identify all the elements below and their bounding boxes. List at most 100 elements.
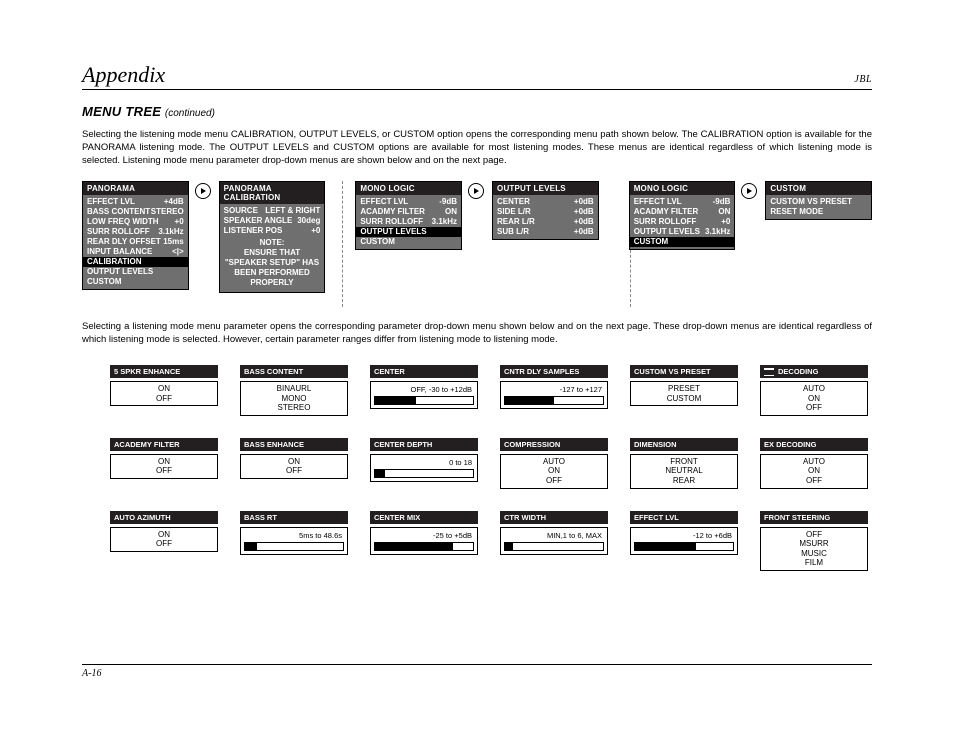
menu-row-label: CENTER: [497, 197, 574, 207]
slider-track: [634, 542, 734, 551]
menu-row-value: -9dB: [439, 197, 457, 207]
slider-label: 5ms to 48.6s: [244, 531, 344, 540]
param-body: ONOFF: [110, 527, 218, 552]
menu-box-body: EFFECT LVL-9dBACADMY FILTERONSURR ROLLOF…: [356, 195, 461, 249]
param-title-text: CNTR DLY SAMPLES: [504, 367, 579, 376]
slider-track: [374, 396, 474, 405]
param-title: AUTO AZIMUTH: [110, 511, 218, 524]
menu-box: MONO LOGICEFFECT LVL-9dBACADMY FILTERONS…: [355, 181, 462, 250]
menu-row: CUSTOM: [358, 237, 459, 247]
menu-row-value: -9dB: [713, 197, 731, 207]
slider-label: -12 to +6dB: [634, 531, 734, 540]
param-box: CTR WIDTH MIN,1 to 6, MAX: [500, 511, 608, 571]
page-title: Appendix: [82, 62, 854, 88]
menu-box: MONO LOGICEFFECT LVL-9dBACADMY FILTERONS…: [629, 181, 736, 250]
param-title-text: CENTER DEPTH: [374, 440, 432, 449]
slider-fill: [245, 543, 257, 550]
slider-fill: [505, 397, 554, 404]
menu-row: EFFECT LVL-9dB: [358, 197, 459, 207]
param-body: MIN,1 to 6, MAX: [500, 527, 608, 555]
param-body: 5ms to 48.6s: [240, 527, 348, 555]
menu-box-body: EFFECT LVL+4dBBASS CONTENTSTEREOLOW FREQ…: [83, 195, 188, 289]
param-title: DIMENSION: [630, 438, 738, 451]
param-box: FRONT STEERINGOFFMSURRMUSICFILM: [760, 511, 868, 571]
param-title: DECODING: [760, 365, 868, 378]
menu-row: ACADMY FILTERON: [632, 207, 733, 217]
param-body: -25 to +5dB: [370, 527, 478, 555]
menu-row-value: ON: [445, 207, 457, 217]
menu-row-highlight: CALIBRATION: [83, 257, 188, 267]
menu-row-label: OUTPUT LEVELS: [634, 227, 705, 237]
page-number: A-16: [82, 668, 101, 679]
menu-row: SURR ROLLOFF3.1kHz: [85, 227, 186, 237]
param-box: BASS RT5ms to 48.6s: [240, 511, 348, 571]
menu-row: RESET MODE: [768, 207, 869, 217]
param-title: CENTER MIX: [370, 511, 478, 524]
menu-row-value: +0: [311, 226, 320, 236]
menu-note: NOTE:ENSURE THAT"SPEAKER SETUP" HASBEEN …: [222, 236, 323, 290]
menu-row-label: REAR L/R: [497, 217, 574, 227]
param-title-text: CUSTOM VS PRESET: [634, 367, 711, 376]
param-box: DECODINGAUTOONOFF: [760, 365, 868, 416]
param-title-text: 5 SPKR ENHANCE: [114, 367, 180, 376]
param-title-text: CTR WIDTH: [504, 513, 546, 522]
slider-label: -127 to +127: [504, 385, 604, 394]
slider-fill: [635, 543, 696, 550]
param-box: CENTER DEPTH 0 to 18: [370, 438, 478, 489]
paragraph-2: Selecting a listening mode menu paramete…: [82, 321, 872, 347]
menu-row: CUSTOM: [85, 277, 186, 287]
menu-box-title: MONO LOGIC: [630, 182, 735, 195]
slider-track: [504, 396, 604, 405]
slider-label: 0 to 18: [374, 458, 474, 467]
param-title-text: COMPRESSION: [504, 440, 560, 449]
menu-box-body: EFFECT LVL-9dBACADMY FILTERONSURR ROLLOF…: [630, 195, 735, 249]
paragraph-1: Selecting the listening mode menu CALIBR…: [82, 129, 872, 167]
page-header: Appendix JBL: [82, 62, 872, 90]
menu-row-value: +0dB: [574, 197, 594, 207]
menu-row: SURR ROLLOFF+0: [632, 217, 733, 227]
param-box: EFFECT LVL-12 to +6dB: [630, 511, 738, 571]
menu-row-label: RESET MODE: [770, 207, 867, 217]
menu-row-label: LISTENER POS: [224, 226, 312, 236]
menu-row-label: SURR ROLLOFF: [634, 217, 722, 227]
tree-col: MONO LOGICEFFECT LVL-9dBACADMY FILTERONS…: [629, 181, 736, 293]
param-box: ACADEMY FILTERONOFF: [110, 438, 218, 489]
menu-box-title: MONO LOGIC: [356, 182, 461, 195]
param-box: AUTO AZIMUTH ONOFF: [110, 511, 218, 571]
menu-row-label: CALIBRATION: [87, 257, 184, 267]
menu-row: REAR L/R+0dB: [495, 217, 596, 227]
menu-box-body: CUSTOM VS PRESETRESET MODE: [766, 195, 871, 219]
param-title-text: DECODING: [778, 367, 818, 376]
menu-row-value: +0dB: [574, 217, 594, 227]
param-title: CTR WIDTH: [500, 511, 608, 524]
param-title-text: DIMENSION: [634, 440, 677, 449]
param-grid: 5 SPKR ENHANCEONOFFBASS CONTENTBINAURLMO…: [110, 365, 872, 571]
param-title: FRONT STEERING: [760, 511, 868, 524]
menu-row-label: SUB L/R: [497, 227, 574, 237]
menu-row-value: +4dB: [164, 197, 184, 207]
param-body: FRONTNEUTRALREAR: [630, 454, 738, 489]
menu-row-label: CUSTOM: [360, 237, 457, 247]
slider-fill: [505, 543, 513, 550]
param-title: 5 SPKR ENHANCE: [110, 365, 218, 378]
slider-label: -25 to +5dB: [374, 531, 474, 540]
param-title: CENTER DEPTH: [370, 438, 478, 451]
arrow-icon: [195, 183, 211, 199]
menu-row-highlight: CUSTOM: [630, 237, 735, 247]
menu-box: OUTPUT LEVELSCENTER+0dBSIDE L/R+0dBREAR …: [492, 181, 599, 240]
menu-row-value: 3.1kHz: [432, 217, 457, 227]
slider-fill: [375, 543, 453, 550]
tree-col: CUSTOMCUSTOM VS PRESETRESET MODE: [765, 181, 872, 293]
menu-row-value: ON: [718, 207, 730, 217]
param-title-text: BASS CONTENT: [244, 367, 303, 376]
menu-row-value: <|>: [172, 247, 184, 257]
menu-row-label: BASS CONTENT: [87, 207, 151, 217]
menu-row: LOW FREQ WIDTH+0: [85, 217, 186, 227]
menu-row-value: +0dB: [574, 207, 594, 217]
menu-box-title: PANORAMA: [83, 182, 188, 195]
menu-row-label: CUSTOM VS PRESET: [770, 197, 867, 207]
param-title-text: ACADEMY FILTER: [114, 440, 180, 449]
param-box: CENTER MIX -25 to +5dB: [370, 511, 478, 571]
menu-box-body: CENTER+0dBSIDE L/R+0dBREAR L/R+0dBSUB L/…: [493, 195, 598, 239]
param-body: AUTOONOFF: [760, 454, 868, 489]
